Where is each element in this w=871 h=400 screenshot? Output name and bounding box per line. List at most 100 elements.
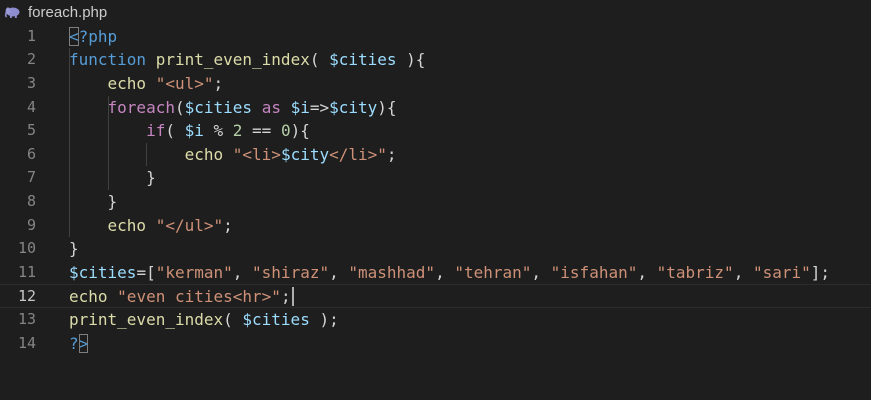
code-token: "shiraz" — [252, 262, 330, 282]
code-token: < — [69, 26, 79, 46]
line-number: 14 — [17, 333, 36, 352]
code-token: ( — [174, 97, 185, 117]
code-token: $city — [329, 97, 378, 117]
code-token: "<li> — [232, 144, 281, 164]
code-text[interactable]: ?> — [69, 332, 89, 356]
code-token: > — [78, 333, 89, 353]
code-token: $cities — [69, 262, 137, 282]
code-editor[interactable]: 1 <?php 2 function print_even_index( $citie… — [0, 24, 871, 400]
code-token: ){ — [396, 50, 426, 70]
code-token: foreach — [107, 97, 175, 117]
code-token: function — [69, 50, 147, 70]
code-line[interactable]: 4 foreach($cities as $i=>$city){ — [0, 96, 871, 120]
code-token: } — [69, 168, 156, 188]
line-number: 7 — [26, 168, 36, 187]
code-token: ? — [69, 333, 79, 353]
code-token: "isfahan" — [550, 262, 638, 282]
code-token: , — [329, 262, 349, 282]
code-text[interactable]: } — [69, 237, 79, 261]
code-token: echo — [107, 215, 147, 235]
code-token: ; — [213, 74, 224, 93]
code-token: "kerman" — [155, 262, 233, 282]
code-token: 2 — [232, 121, 243, 141]
code-token: , — [637, 262, 657, 282]
code-text[interactable]: echo "<li>$city</li>"; — [69, 143, 397, 167]
code-token: $cities — [242, 310, 310, 329]
code-token: "tehran" — [454, 262, 532, 282]
code-token: "<ul>" — [155, 74, 214, 93]
code-line[interactable]: 9 echo "</ul>"; — [0, 214, 871, 238]
code-token: "</ul>" — [155, 215, 224, 235]
code-token: 0 — [280, 121, 291, 141]
code-line[interactable]: 11 $cities=["kerman", "shiraz", "mashhad"… — [0, 261, 871, 285]
code-text[interactable]: echo "</ul>"; — [69, 214, 233, 238]
code-text[interactable]: print_even_index( $cities ); — [69, 308, 339, 332]
code-token: } — [69, 192, 118, 211]
line-number: 13 — [17, 310, 36, 328]
line-number: 9 — [26, 215, 36, 234]
code-token: "sari" — [752, 262, 811, 282]
code-token: => — [309, 97, 330, 117]
code-line[interactable]: 13 print_even_index( $cities ); — [0, 308, 871, 332]
code-line[interactable]: 8 } — [0, 190, 871, 214]
code-line[interactable]: 12 echo "even cities<hr>"; — [0, 284, 871, 308]
code-line[interactable]: 5 if( $i % 2 == 0){ — [0, 119, 871, 143]
code-line[interactable]: 14 ?> — [0, 332, 871, 356]
code-token: ){ — [377, 97, 397, 117]
code-text[interactable]: echo "<ul>"; — [69, 72, 224, 96]
line-number: 10 — [17, 239, 36, 258]
code-token: ); — [309, 310, 339, 329]
code-token: ; — [386, 144, 397, 164]
file-tab[interactable]: foreach.php — [4, 2, 107, 22]
code-token: echo — [107, 74, 147, 93]
line-number: 8 — [26, 192, 36, 210]
code-token: print_even_index — [155, 50, 310, 70]
line-number: 4 — [26, 97, 36, 116]
code-line[interactable]: 7 } — [0, 166, 871, 190]
line-number: 1 — [26, 26, 36, 45]
code-token: $i — [184, 121, 204, 141]
code-token: $cities — [184, 97, 253, 117]
code-text[interactable]: function print_even_index( $cities ){ — [69, 48, 425, 72]
code-token: $city — [280, 144, 330, 164]
php-elephant-icon — [4, 5, 22, 19]
line-number: 3 — [26, 74, 36, 92]
code-token: "mashhad" — [348, 262, 436, 282]
code-token: ){ — [290, 121, 310, 141]
code-line[interactable]: 10} — [0, 237, 871, 261]
code-token: print_even_index — [69, 310, 224, 329]
code-text[interactable]: } — [69, 190, 118, 214]
line-number: 5 — [26, 121, 36, 140]
code-token: , — [531, 262, 551, 282]
code-text[interactable]: if( $i % 2 == 0){ — [69, 119, 310, 143]
code-token: ; — [280, 287, 291, 307]
code-text[interactable]: } — [69, 166, 156, 190]
code-line[interactable]: 1 <?php — [0, 25, 871, 49]
text-cursor — [291, 287, 294, 307]
code-token: } — [69, 239, 79, 259]
editor-tab-bar: foreach.php — [0, 0, 871, 24]
code-token: as — [261, 97, 281, 117]
code-token: "tabriz" — [656, 262, 734, 282]
code-line[interactable]: 6 echo "<li>$city</li>"; — [0, 143, 871, 167]
code-line[interactable]: 3 echo "<ul>"; — [0, 72, 871, 96]
code-token: ]; — [810, 262, 831, 282]
code-text[interactable]: $cities=["kerman", "shiraz", "mashhad", … — [69, 261, 830, 285]
code-token: $i — [290, 97, 310, 117]
code-token: == — [242, 121, 281, 141]
code-token: if — [146, 121, 166, 141]
code-text[interactable]: foreach($cities as $i=>$city){ — [69, 96, 397, 120]
code-token: ( — [165, 121, 185, 141]
code-text[interactable]: <?php — [69, 25, 117, 49]
code-token: =[ — [136, 262, 156, 282]
code-token: , — [435, 262, 455, 282]
code-token: echo — [184, 144, 224, 164]
code-text[interactable]: echo "even cities<hr>"; — [69, 285, 294, 309]
code-line[interactable]: 2 function print_even_index( $cities ){ — [0, 48, 871, 72]
